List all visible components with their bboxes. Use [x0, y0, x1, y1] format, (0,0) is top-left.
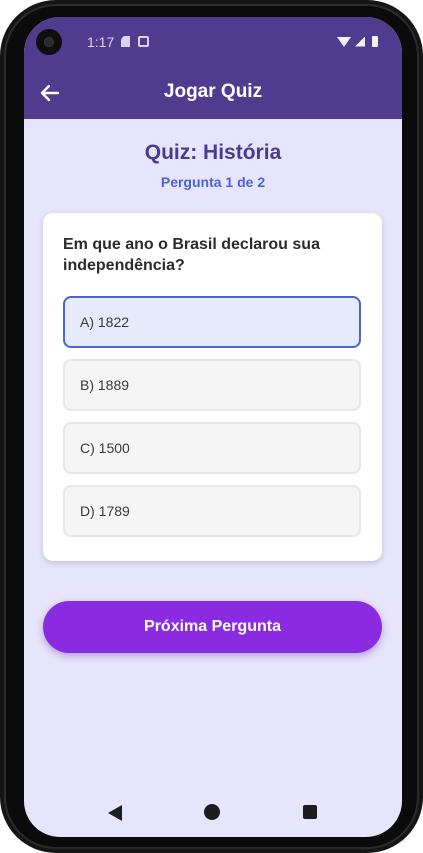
nav-recents-icon[interactable]	[303, 805, 317, 819]
device-frame: 1:17 Jogar Quiz Quiz: História Pergunta …	[0, 0, 423, 853]
question-card: Em que ano o Brasil declarou sua indepen…	[43, 213, 382, 561]
quiz-title: Quiz: História	[144, 141, 282, 164]
battery-icon	[372, 36, 378, 47]
answer-option-b[interactable]: B) 1889	[63, 359, 361, 411]
screenshot-icon	[138, 36, 149, 47]
answer-option-a[interactable]: A) 1822	[63, 296, 361, 348]
signal-icon	[355, 36, 365, 47]
app-bar: Jogar Quiz	[24, 67, 402, 119]
status-bar: 1:17	[24, 17, 402, 67]
answer-option-c[interactable]: C) 1500	[63, 422, 361, 474]
front-camera	[36, 29, 62, 55]
nav-home-icon[interactable]	[204, 804, 220, 820]
nav-back-icon[interactable]	[108, 805, 122, 821]
navigation-bar	[24, 789, 402, 837]
app-title: Jogar Quiz	[163, 81, 263, 102]
status-left-icons	[121, 36, 149, 47]
sd-card-icon	[121, 36, 130, 47]
wifi-icon	[337, 36, 351, 47]
screen: 1:17 Jogar Quiz Quiz: História Pergunta …	[24, 17, 402, 837]
answer-option-d[interactable]: D) 1789	[63, 485, 361, 537]
status-right-icons	[337, 36, 378, 47]
question-text: Em que ano o Brasil declarou sua indepen…	[63, 236, 320, 274]
next-question-button[interactable]: Próxima Pergunta	[43, 601, 382, 653]
status-time: 1:17	[87, 34, 115, 50]
question-counter: Pergunta 1 de 2	[160, 174, 266, 190]
